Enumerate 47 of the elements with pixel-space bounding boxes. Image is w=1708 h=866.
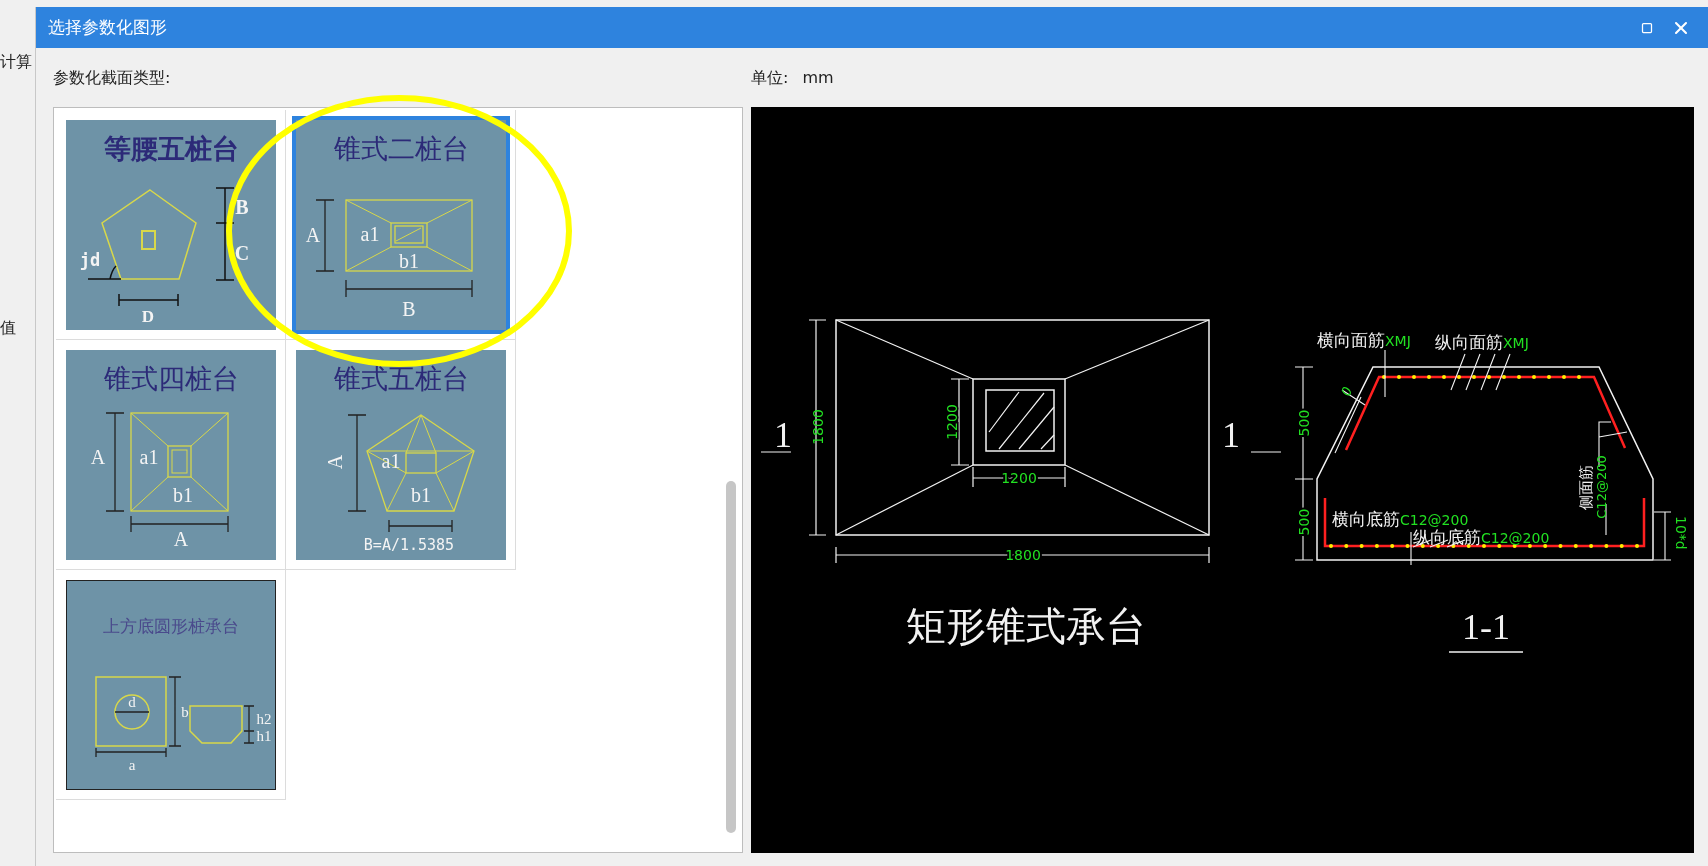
dimension-label: A — [323, 454, 346, 469]
dimension-label: a — [128, 756, 135, 773]
background-app-label: 计算 — [0, 52, 32, 73]
drawing-label: 1800 — [810, 409, 826, 445]
drawing-label: 1200 — [944, 404, 960, 440]
section-type-label: 参数化截面类型: — [53, 67, 172, 89]
dimension-label: A — [173, 527, 188, 550]
rebar-label: 纵向面筋XMJ — [1435, 332, 1529, 352]
dimension-label: b1 — [410, 483, 431, 506]
rebar-label: 侧面筋 $_{C12@200}$ — [1577, 455, 1609, 519]
dimension-label: B=A/1.5385 — [363, 535, 454, 554]
scrollbar-thumb[interactable] — [726, 481, 736, 833]
rebar-label: 横向底筋C12@200 — [1332, 509, 1469, 529]
drawing-label: 10*d — [1673, 516, 1689, 550]
maximize-icon — [1641, 21, 1653, 34]
dimension-label: jd — [79, 249, 100, 270]
drawing-label: 500 — [1296, 409, 1312, 437]
dimension-label: b1 — [172, 483, 193, 506]
rebar-label: 纵向底筋C12@200 — [1413, 527, 1550, 547]
dimension-label: C — [234, 241, 249, 264]
unit-value: mm — [802, 68, 834, 89]
dimension-label: A — [305, 223, 320, 246]
dimension-label: d — [127, 693, 136, 710]
dimension-label: h2 — [256, 710, 271, 727]
window-title: 选择参数化图形 — [48, 16, 168, 39]
dimension-label: a1 — [139, 445, 158, 468]
dimension-label: A — [90, 445, 105, 468]
dimension-label: D — [141, 306, 154, 326]
shape-option[interactable]: 锥式二桩台 A a1 b1 B — [291, 115, 510, 334]
drawing-label: 1800 — [1005, 547, 1041, 563]
section-mark: 1 — [774, 415, 792, 455]
dimension-label: B — [234, 195, 249, 218]
drawing-label: 0 — [1338, 384, 1356, 399]
drawing-title: 1-1 — [1462, 607, 1510, 647]
background-app-label: 值 — [0, 318, 16, 339]
section-mark: 1 — [1222, 415, 1240, 455]
drawing-label: 1200 — [1001, 470, 1037, 486]
dimension-label: B — [401, 297, 416, 320]
dimension-label: b1 — [398, 249, 419, 272]
dimension-label: h1 — [256, 727, 271, 744]
drawing-title: 矩形锥式承台 — [906, 604, 1146, 649]
unit-label: 单位: — [751, 68, 789, 89]
rebar-label: 横向面筋XMJ — [1317, 330, 1411, 350]
drawing-label: 500 — [1296, 508, 1312, 536]
dimension-label: a1 — [381, 449, 400, 472]
dimension-label: b — [180, 703, 189, 720]
dimension-label: a1 — [360, 222, 379, 245]
